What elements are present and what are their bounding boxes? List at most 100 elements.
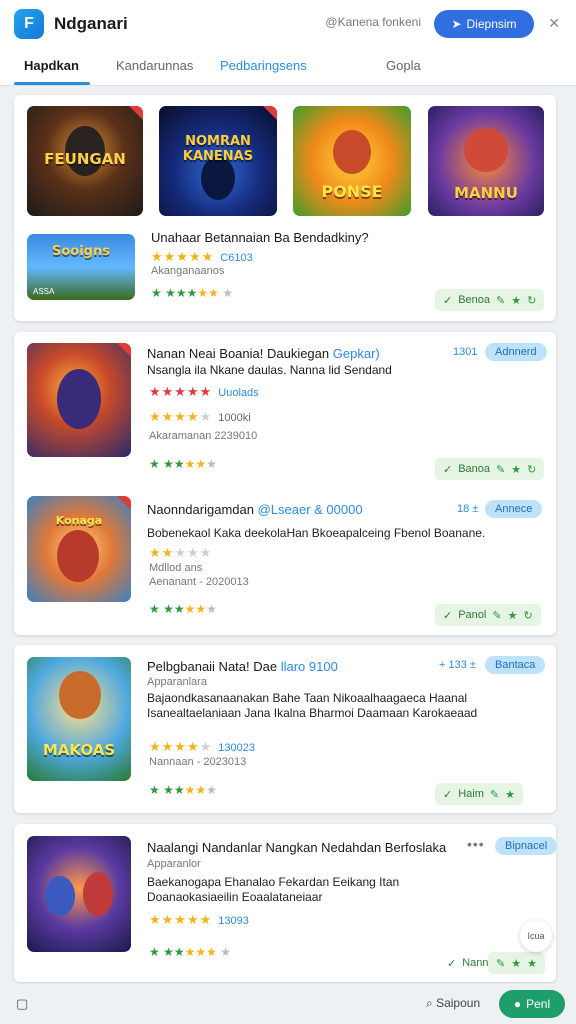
item-title[interactable]: Naonndarigamdan @Lseaer & 00000 (147, 502, 363, 517)
item-description: Bobenekaol Kaka deekolaHan Bkoeapalceing… (147, 526, 486, 540)
character-figure (59, 671, 101, 719)
bottom-search[interactable]: ⌕ Saipoun (426, 996, 480, 1011)
community-rating: ★ ★★★★★ (149, 602, 217, 616)
corner-badge (117, 343, 131, 357)
star-rating: ★★★★★ Uuolads (149, 384, 259, 399)
star-icon[interactable]: ★ (505, 788, 515, 801)
refresh-icon[interactable]: ↻ (527, 294, 536, 307)
logo-letter: F (24, 15, 34, 32)
close-icon[interactable]: ✕ (548, 15, 560, 32)
header-action-label: Diepnsim (466, 17, 517, 31)
item-tag[interactable]: llaro 9100 (281, 659, 338, 674)
item-title[interactable]: Pelbgbanaii Nata! Dae llaro 9100 (147, 659, 338, 674)
item-title-text: Nanan Neai Boania! Daukiegan (147, 346, 330, 361)
more-options-icon[interactable]: ••• (467, 836, 485, 852)
game-thumbnail[interactable]: FEUNGAN (27, 106, 143, 216)
item-meta: Nannaan - 2023013 (149, 756, 247, 768)
character-figure (45, 876, 75, 916)
star-rating: ★★★★★ C6103 (151, 249, 253, 264)
game-thumbnail[interactable]: Konaga (27, 496, 131, 602)
game-thumbnail[interactable]: MANNU (428, 106, 544, 216)
rating-value: 13093 (218, 915, 249, 927)
tab-hapdkan[interactable]: Hapdkan (24, 58, 79, 73)
header-action-button[interactable]: ➤ Diepnsim (434, 10, 534, 38)
star-rating-secondary: ★★★★★ 1000ki (149, 409, 251, 424)
status-badge[interactable]: Bipnacel (495, 837, 558, 855)
game-thumbnail[interactable]: MAKOAS (27, 657, 131, 781)
pill-label: Haim (458, 788, 484, 800)
item-description: Baekanogapa Ehanalao Fekardan Eeikang It… (147, 875, 400, 904)
star-icon[interactable]: ★ (508, 609, 518, 622)
star-icon[interactable]: ★ (527, 957, 537, 970)
item-description: Bajaondkasanaanakan Bahe Taan Nikoaalhaa… (147, 691, 478, 720)
item-tag[interactable]: @Lseaer & 00000 (258, 502, 363, 517)
item-title[interactable]: Nanan Neai Boania! Daukiegan Gepkar) (147, 346, 380, 361)
star-icon[interactable]: ★ (511, 294, 521, 307)
send-icon: ➤ (451, 17, 462, 31)
rating-value: Uuolads (218, 387, 259, 399)
status-badge[interactable]: Bantaca (485, 656, 546, 674)
square-icon[interactable]: ▢ (16, 996, 28, 1012)
item-title[interactable]: Naalangi Nandanlar Nangkan Nedahdan Berf… (147, 840, 446, 855)
action-pill[interactable]: ✓ Haim ✎ ★ (435, 783, 523, 805)
floating-scroll-button[interactable]: Icua (520, 920, 552, 952)
character-figure (464, 128, 508, 172)
pencil-icon[interactable]: ✎ (490, 788, 499, 801)
item-time: 1301 (453, 346, 478, 358)
action-pill[interactable]: ✓ Banoa ✎ ★ ↻ (435, 458, 545, 480)
app-logo-icon[interactable]: F (14, 9, 44, 39)
refresh-icon[interactable]: ↻ (523, 609, 532, 622)
tab-pedbaringsens[interactable]: Pedbaringsens (220, 58, 307, 73)
game-card: MAKOAS Pelbgbanaii Nata! Dae llaro 9100 … (14, 645, 556, 813)
refresh-icon[interactable]: ↻ (527, 463, 536, 476)
action-pill-icons[interactable]: ✎ ★ ★ (488, 952, 545, 974)
chat-icon: ● (513, 997, 522, 1011)
tab-bar: Hapdkan Kandarunnas Pedbaringsens Gopla (0, 48, 576, 86)
status-badge[interactable]: Adnnerd (485, 343, 547, 361)
check-icon: ✓ (443, 609, 453, 622)
game-thumbnail[interactable]: PONSE (293, 106, 411, 216)
game-thumbnail[interactable] (27, 343, 131, 457)
thumbnail-art-title: NOMRAN KANENAS (182, 134, 254, 164)
pencil-icon[interactable]: ✎ (492, 609, 501, 622)
action-pill[interactable]: ✓ Panol ✎ ★ ↻ (435, 604, 541, 626)
item-subtitle: Nsangla ila Nkane daulas. Nanna lid Send… (147, 363, 392, 377)
pencil-icon[interactable]: ✎ (496, 294, 505, 307)
tab-gopla[interactable]: Gopla (386, 58, 421, 73)
item-title[interactable]: Unahaar Betannaian Ba Bendadkiny? (151, 230, 369, 245)
status-badge[interactable]: Annece (485, 500, 543, 518)
bottom-bar: ▢ ⌕ Saipoun ● Penl (0, 984, 576, 1024)
action-pill[interactable]: ✓ Benoa ✎ ★ ↻ (435, 289, 545, 311)
game-card: Naalangi Nandanlar Nangkan Nedahdan Berf… (14, 824, 558, 982)
game-thumbnail-small[interactable]: Sooigns ASSA (27, 234, 135, 300)
featured-card: FEUNGAN NOMRAN KANENAS PONSE MANNU Sooig… (14, 95, 556, 321)
item-meta: Akaramanan 2239010 (149, 430, 258, 442)
star-rating: ★★★★★ (149, 545, 213, 560)
item-tag[interactable]: Gepkar) (333, 346, 380, 361)
star-rating: ★★★★★ 130023 (149, 739, 255, 754)
thumbnail-caption: ASSA (33, 287, 55, 296)
rating-value: 130023 (218, 742, 255, 754)
pill-label: Panol (458, 609, 487, 621)
character-figure (57, 530, 99, 582)
rating-value: C6103 (220, 252, 253, 264)
pencil-icon[interactable]: ✎ (496, 957, 505, 970)
account-label[interactable]: @Kanena fonkeni (325, 15, 421, 29)
star-icon[interactable]: ★ (511, 463, 521, 476)
check-icon: ✓ (447, 957, 457, 970)
check-icon: ✓ (443, 788, 453, 801)
pencil-icon[interactable]: ✎ (496, 463, 505, 476)
character-figure (57, 369, 101, 429)
character-figure (333, 130, 371, 174)
search-icon: ⌕ (426, 996, 433, 1010)
game-thumbnail[interactable] (27, 836, 131, 952)
star-icon[interactable]: ★ (511, 957, 521, 970)
corner-badge (263, 106, 277, 120)
game-list-card: Nanan Neai Boania! Daukiegan Gepkar) Nsa… (14, 332, 556, 635)
tab-kandarunnas[interactable]: Kandarunnas (116, 58, 193, 73)
game-thumbnail[interactable]: NOMRAN KANENAS (159, 106, 277, 216)
post-button[interactable]: ● Penl (499, 990, 565, 1018)
item-subtitle: Apparanlor (147, 858, 201, 870)
search-label: Saipoun (436, 996, 481, 1010)
item-meta: Aenanant - 2020013 (149, 576, 249, 588)
